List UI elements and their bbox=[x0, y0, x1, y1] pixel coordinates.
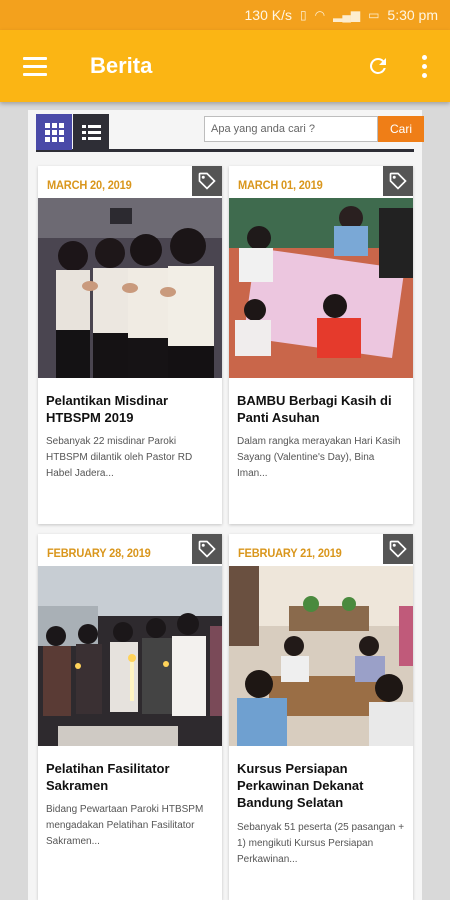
app-bar: Berita bbox=[0, 30, 450, 102]
article-excerpt: Sebanyak 51 peserta (25 pasangan + 1) me… bbox=[237, 822, 405, 865]
refresh-button[interactable] bbox=[352, 30, 404, 102]
article-title: Pelantikan Misdinar HTBSPM 2019 bbox=[46, 393, 169, 425]
tag-icon bbox=[389, 172, 407, 190]
signal-icon: ▂▄▆ bbox=[333, 8, 361, 22]
tag-button[interactable] bbox=[383, 166, 413, 196]
article-excerpt: Dalam rangka merayakan Hari Kasih Sayang… bbox=[237, 436, 401, 479]
battery-icon: ▭ bbox=[368, 8, 380, 22]
article-card[interactable]: FEBRUARY 21, 2019 Kursus Persiapan Perka… bbox=[229, 534, 413, 900]
search-button[interactable]: Cari bbox=[378, 116, 424, 142]
article-photo bbox=[229, 198, 413, 378]
article-date: MARCH 20, 2019 bbox=[47, 178, 132, 192]
article-excerpt: Bidang Pewartaan Paroki HTBSPM mengadaka… bbox=[46, 804, 204, 847]
list-view-button[interactable] bbox=[73, 114, 109, 150]
article-card[interactable]: MARCH 20, 2019 Pelantikan Misdinar HTBSP… bbox=[38, 166, 222, 524]
tag-icon bbox=[198, 540, 216, 558]
tag-button[interactable] bbox=[383, 534, 413, 564]
search-input[interactable] bbox=[204, 116, 378, 142]
menu-button[interactable] bbox=[0, 30, 70, 102]
article-photo bbox=[38, 198, 222, 378]
tag-button[interactable] bbox=[192, 534, 222, 564]
article-date: MARCH 01, 2019 bbox=[238, 178, 323, 192]
article-photo bbox=[38, 566, 222, 746]
grid-view-button[interactable] bbox=[36, 114, 72, 150]
vibrate-icon: ▯ bbox=[300, 8, 307, 22]
network-speed: 130 K/s bbox=[244, 7, 292, 23]
page-title: Berita bbox=[90, 53, 153, 78]
article-photo bbox=[229, 566, 413, 746]
overflow-menu-button[interactable] bbox=[404, 30, 444, 102]
list-toolbar: Cari bbox=[36, 114, 424, 152]
refresh-icon bbox=[370, 57, 386, 74]
clock: 5:30 pm bbox=[387, 7, 438, 23]
tag-icon bbox=[198, 172, 216, 190]
tag-icon bbox=[389, 540, 407, 558]
tag-button[interactable] bbox=[192, 166, 222, 196]
status-bar: 130 K/s ▯ ◠ ▂▄▆ ▭ 5:30 pm bbox=[0, 0, 450, 30]
article-excerpt: Sebanyak 22 misdinar Paroki HTBSPM dilan… bbox=[46, 436, 193, 479]
article-title: Pelatihan Fasilitator Sakramen bbox=[46, 761, 170, 793]
wifi-icon: ◠ bbox=[314, 8, 326, 22]
grid-icon bbox=[44, 122, 64, 142]
article-date: FEBRUARY 28, 2019 bbox=[47, 546, 151, 560]
article-card[interactable]: FEBRUARY 28, 2019 Pelatihan Fasilitator … bbox=[38, 534, 222, 900]
article-title: Kursus Persiapan Perkawinan Dekanat Band… bbox=[237, 761, 364, 810]
hamburger-icon bbox=[23, 56, 47, 60]
more-vert-icon bbox=[421, 54, 427, 60]
article-card[interactable]: MARCH 01, 2019 BAMBU Berbagi Kasih di Pa… bbox=[229, 166, 413, 524]
list-icon bbox=[81, 124, 101, 140]
article-date: FEBRUARY 21, 2019 bbox=[238, 546, 342, 560]
article-title: BAMBU Berbagi Kasih di Panti Asuhan bbox=[237, 393, 392, 425]
